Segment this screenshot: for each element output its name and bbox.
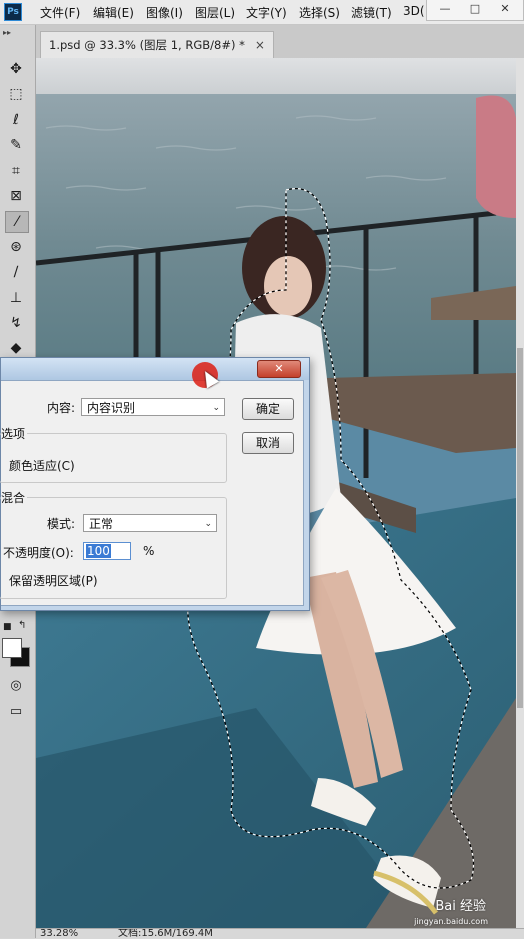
photoshop-logo: Ps — [4, 3, 22, 21]
ok-button[interactable]: 确定 — [242, 398, 294, 420]
default-colors-icon[interactable]: ■ — [3, 622, 12, 632]
mode-select-value: 正常 — [89, 517, 114, 531]
swap-colors-icon[interactable]: ↰ — [18, 620, 26, 631]
mode-label: 模式: — [47, 517, 76, 531]
menu-layer[interactable]: 图层(L) — [195, 4, 235, 21]
vertical-scrollbar[interactable] — [516, 58, 524, 928]
cancel-button[interactable]: 取消 — [242, 432, 294, 454]
scrollbar-thumb[interactable] — [517, 348, 523, 708]
stamp-icon[interactable]: ⊥ — [5, 288, 27, 308]
dialog-close-button[interactable]: ✕ — [257, 360, 301, 378]
menu-type[interactable]: 文字(Y) — [246, 4, 287, 21]
preserve-transparency-checkbox-label[interactable]: 保留透明区域(P) — [9, 572, 98, 589]
watermark-url: jingyan.baidu.com — [414, 917, 488, 926]
expand-panel-icon[interactable]: ▸▸ — [3, 28, 11, 37]
healing-icon[interactable]: ⊛ — [5, 237, 27, 257]
frame-icon[interactable]: ⊠ — [5, 186, 27, 206]
menu-image[interactable]: 图像(I) — [146, 4, 183, 21]
document-tab-title: 1.psd @ 33.3% (图层 1, RGB/8#) * — [49, 38, 245, 52]
fill-dialog: ✕ 内容: 内容识别 ⌄ 确定 取消 选项 颜色适应(C) 混合 模式: 正常 … — [0, 357, 310, 611]
dialog-titlebar[interactable]: ✕ — [1, 358, 309, 380]
brush-icon[interactable]: ∕ — [5, 262, 27, 282]
content-select-value: 内容识别 — [87, 401, 136, 415]
window-controls: — □ ✕ — [426, 0, 524, 21]
close-tab-icon[interactable]: × — [255, 38, 265, 52]
screen-mode-icon[interactable]: ▭ — [5, 701, 27, 721]
lasso-icon[interactable]: ℓ — [5, 110, 27, 130]
foreground-color-swatch[interactable] — [2, 638, 22, 658]
blend-title: 混合 — [1, 489, 28, 506]
opacity-unit: % — [143, 544, 155, 558]
marquee-icon[interactable]: ⬚ — [5, 84, 27, 104]
move-icon[interactable]: ✥ — [5, 59, 27, 79]
menu-filter[interactable]: 滤镜(T) — [351, 4, 392, 21]
restore-button[interactable]: □ — [463, 2, 487, 16]
document-tab[interactable]: 1.psd @ 33.3% (图层 1, RGB/8#) * × — [40, 31, 274, 58]
quick-mask-icon[interactable]: ◎ — [5, 675, 27, 695]
options-title: 选项 — [1, 425, 28, 442]
document-tab-bar: 1.psd @ 33.3% (图层 1, RGB/8#) * × — [36, 25, 524, 58]
opacity-input[interactable]: 100 — [83, 542, 131, 560]
menu-edit[interactable]: 编辑(E) — [93, 4, 134, 21]
opacity-label: 不透明度(O): — [3, 546, 74, 560]
crop-icon[interactable]: ⌗ — [5, 161, 27, 181]
watermark-brand: Bai 经验 — [435, 899, 486, 914]
status-bar: 33.28% 文档:15.6M/169.4M — [36, 928, 524, 939]
content-select[interactable]: 内容识别 ⌄ — [81, 398, 225, 416]
eyedropper-icon[interactable]: ⁄ — [5, 211, 29, 233]
chevron-down-icon: ⌄ — [212, 403, 220, 413]
history-brush-icon[interactable]: ↯ — [5, 313, 27, 333]
color-adapt-checkbox-label[interactable]: 颜色适应(C) — [9, 457, 75, 474]
eraser-icon[interactable]: ◆ — [5, 338, 27, 358]
menu-file[interactable]: 文件(F) — [40, 4, 80, 21]
opacity-input-value: 100 — [86, 544, 111, 558]
menu-bar: Ps 文件(F) 编辑(E) 图像(I) 图层(L) 文字(Y) 选择(S) 滤… — [0, 0, 524, 25]
close-window-button[interactable]: ✕ — [493, 2, 517, 16]
dialog-body: 内容: 内容识别 ⌄ 确定 取消 选项 颜色适应(C) 混合 模式: 正常 ⌄ … — [0, 380, 304, 606]
quick-select-icon[interactable]: ✎ — [5, 135, 27, 155]
content-label: 内容: — [47, 401, 76, 415]
menu-select[interactable]: 选择(S) — [299, 4, 340, 21]
chevron-down-icon: ⌄ — [204, 519, 212, 529]
menu-3d[interactable]: 3D( — [403, 4, 425, 18]
minimize-button[interactable]: — — [433, 2, 457, 16]
mode-select[interactable]: 正常 ⌄ — [83, 514, 217, 532]
